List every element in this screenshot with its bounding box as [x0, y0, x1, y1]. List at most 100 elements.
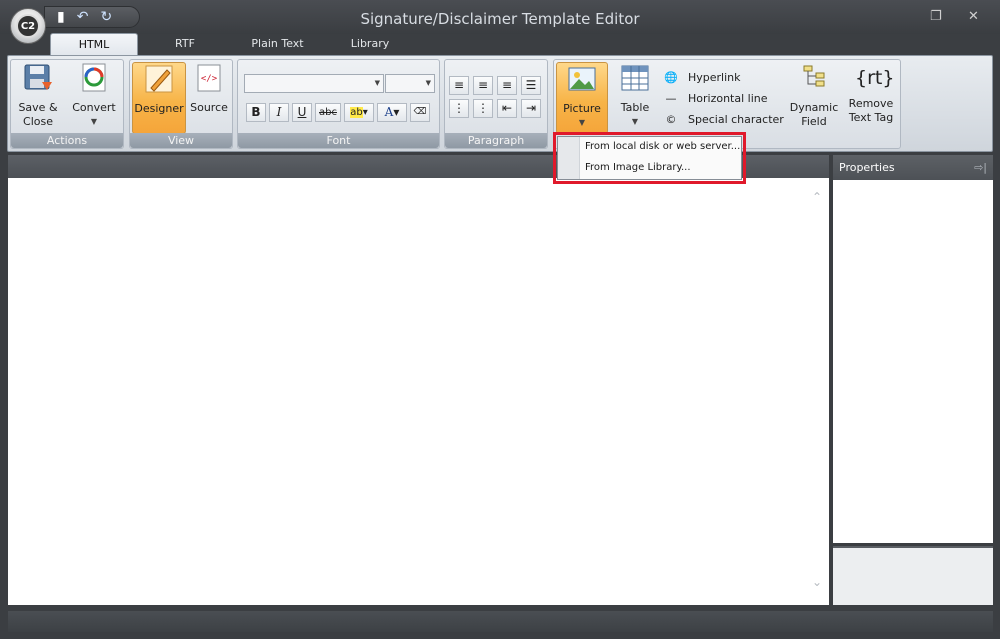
picture-icon — [568, 67, 596, 91]
app-logo: C2 — [16, 14, 40, 38]
align-center-icon: ≡ — [477, 78, 489, 92]
remove-tag-icon: {rt} — [855, 67, 895, 89]
special-character-label: Special character — [688, 112, 784, 126]
pin-icon[interactable]: ⇨| — [974, 155, 987, 180]
quick-access-toolbar: ▮ ↶ ↻ — [44, 6, 140, 28]
dynamic-field-button[interactable]: Dynamic Field — [789, 62, 839, 132]
outdent-icon: ⇤ — [501, 101, 513, 115]
highlighter-icon: ab — [350, 107, 363, 118]
dynamic-field-icon — [803, 65, 825, 87]
status-bar — [8, 611, 993, 632]
underline-button[interactable]: U — [292, 103, 312, 122]
designer-label: Designer — [134, 102, 184, 115]
scroll-down-icon[interactable]: ⌄ — [812, 575, 822, 589]
application-menu-button[interactable]: C2 — [10, 8, 46, 44]
remove-text-tag-label: Remove Text Tag — [848, 97, 894, 124]
increase-indent-button[interactable]: ⇥ — [521, 99, 541, 118]
group-label-font: Font — [238, 133, 439, 148]
source-label: Source — [190, 101, 228, 114]
font-family-select[interactable]: ▼ — [244, 74, 384, 93]
chevron-down-icon: ▼ — [374, 79, 380, 87]
new-document-icon[interactable]: ▮ — [57, 10, 65, 24]
editor-canvas[interactable] — [8, 178, 829, 605]
save-close-button[interactable]: Save & Close — [13, 62, 63, 132]
justify-button[interactable]: ☰ — [521, 76, 541, 95]
pencil-icon — [145, 65, 173, 93]
source-button[interactable]: </> Source — [188, 62, 230, 132]
horizontal-line-button[interactable]: — Horizontal line — [662, 89, 768, 107]
remove-text-tag-button[interactable]: {rt} Remove Text Tag — [844, 62, 898, 132]
align-center-button[interactable]: ≡ — [473, 76, 493, 95]
horizontal-line-label: Horizontal line — [688, 91, 768, 105]
clear-format-button[interactable]: ⌫ — [410, 103, 430, 122]
table-label: Table — [620, 101, 650, 114]
decrease-indent-button[interactable]: ⇤ — [497, 99, 517, 118]
title-bar: Signature/Disclaimer Template Editor ❐ ✕ — [0, 0, 1000, 34]
redo-icon[interactable]: ↻ — [100, 10, 112, 24]
special-character-icon: © — [665, 112, 677, 126]
window-title: Signature/Disclaimer Template Editor — [360, 10, 640, 28]
bullet-list-button[interactable]: ⋮ — [449, 99, 469, 118]
tab-html[interactable]: HTML — [50, 33, 138, 56]
special-character-button[interactable]: © Special character — [662, 110, 784, 128]
svg-text:</>: </> — [201, 74, 218, 84]
table-button[interactable]: Table ▼ — [614, 62, 656, 132]
numbered-list-button[interactable]: ⋮ — [473, 99, 493, 118]
tab-plain-text[interactable]: Plain Text — [240, 33, 315, 56]
table-dropdown-icon: ▼ — [631, 117, 639, 126]
strikethrough-button[interactable]: abc — [315, 103, 341, 122]
picture-dropdown-icon: ▼ — [578, 118, 586, 127]
dynamic-field-label: Dynamic Field — [789, 101, 839, 128]
numbered-list-icon: ⋮ — [477, 101, 489, 115]
justify-icon: ☰ — [525, 78, 537, 92]
globe-link-icon: 🌐 — [664, 70, 678, 84]
save-close-label: Save & Close — [18, 101, 58, 128]
convert-label: Convert — [72, 101, 116, 114]
font-color-button[interactable]: A▾ — [377, 103, 407, 122]
picture-button[interactable]: Picture ▼ — [556, 62, 608, 134]
group-font: ▼ ▼ B I U abc ab▾ A▾ ⌫ Font — [237, 59, 440, 149]
group-paragraph: ≡ ≡ ≡ ☰ ⋮ ⋮ ⇤ ⇥ Paragraph — [444, 59, 548, 149]
save-close-icon — [24, 64, 52, 90]
bullet-list-icon: ⋮ — [453, 101, 465, 115]
callout-highlight-box — [553, 132, 746, 184]
convert-button[interactable]: Convert ▼ — [67, 62, 121, 132]
properties-title: Properties — [839, 161, 895, 174]
indent-icon: ⇥ — [525, 101, 537, 115]
group-label-paragraph: Paragraph — [445, 133, 547, 148]
horizontal-line-icon: — — [665, 91, 677, 105]
align-right-icon: ≡ — [501, 78, 513, 92]
designer-button[interactable]: Designer — [132, 62, 186, 134]
convert-icon — [82, 63, 106, 92]
group-view: Designer </> Source View — [129, 59, 233, 149]
hyperlink-button[interactable]: 🌐 Hyperlink — [662, 68, 741, 86]
align-left-icon: ≡ — [453, 78, 465, 92]
code-icon: </> — [197, 64, 221, 92]
ribbon-tabs: HTML RTF Plain Text Library — [0, 30, 1000, 56]
bold-button[interactable]: B — [246, 103, 266, 122]
align-right-button[interactable]: ≡ — [497, 76, 517, 95]
ribbon: Save & Close Convert ▼ Actions Designer — [7, 55, 993, 152]
scroll-up-icon[interactable]: ⌃ — [812, 190, 822, 204]
italic-button[interactable]: I — [269, 103, 289, 122]
close-icon[interactable]: ✕ — [968, 9, 979, 24]
hyperlink-label: Hyperlink — [688, 70, 741, 84]
convert-dropdown-icon: ▼ — [90, 117, 98, 126]
highlight-color-button[interactable]: ab▾ — [344, 103, 374, 122]
properties-description — [833, 546, 993, 605]
eraser-icon: ⌫ — [413, 107, 427, 117]
picture-label: Picture — [563, 102, 601, 115]
restore-icon[interactable]: ❐ — [930, 9, 942, 24]
align-left-button[interactable]: ≡ — [449, 76, 469, 95]
properties-header: Properties ⇨| — [833, 155, 993, 180]
group-label-view: View — [130, 133, 232, 148]
group-label-actions: Actions — [11, 133, 123, 148]
group-actions: Save & Close Convert ▼ Actions — [10, 59, 124, 149]
font-size-select[interactable]: ▼ — [385, 74, 435, 93]
properties-grid[interactable] — [833, 180, 993, 543]
tab-library[interactable]: Library — [340, 33, 400, 56]
undo-icon[interactable]: ↶ — [77, 10, 89, 24]
tab-rtf[interactable]: RTF — [155, 33, 215, 56]
chevron-down-icon: ▼ — [425, 79, 431, 87]
table-icon — [621, 65, 649, 91]
